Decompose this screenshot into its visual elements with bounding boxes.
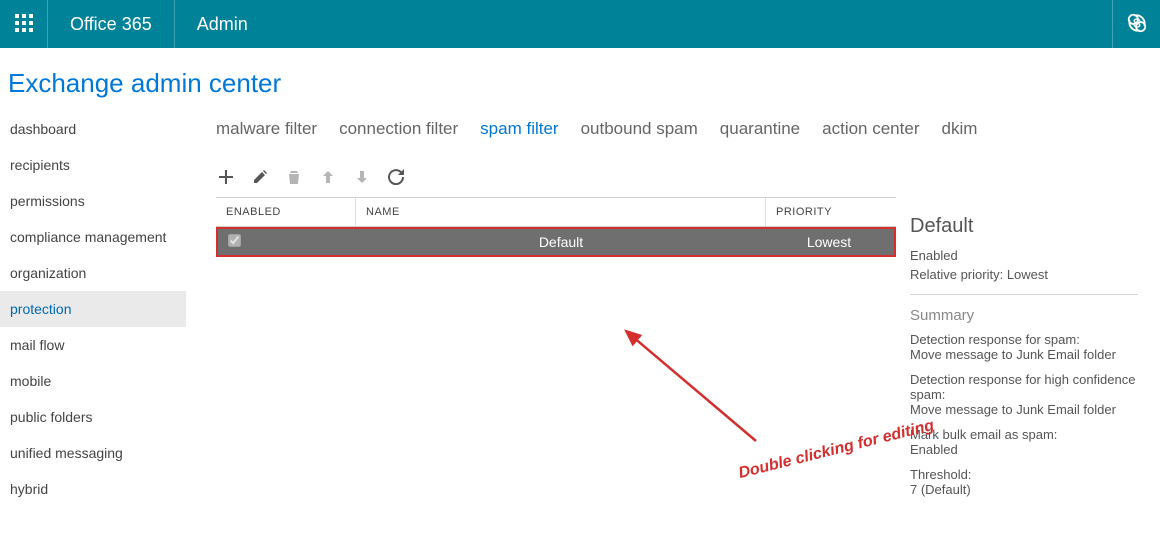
sidebar-item-mail-flow[interactable]: mail flow [0,327,186,363]
arrow-up-icon [320,169,336,185]
summary-value: 7 (Default) [910,482,1138,497]
move-down-button [352,167,372,187]
waffle-icon [15,14,33,35]
subtabs: malware filter connection filter spam fi… [216,111,1146,163]
summary-value: Move message to Junk Email folder [910,347,1138,362]
tab-action-center[interactable]: action center [822,119,919,139]
col-enabled[interactable]: ENABLED [216,198,356,226]
app-launcher-button[interactable] [0,0,48,48]
divider [910,294,1138,295]
cell-priority: Lowest [764,230,894,254]
enabled-checkbox [228,234,241,247]
details-priority-value: Lowest [1007,267,1048,282]
summary-heading: Summary [910,307,1138,324]
tab-spam-filter[interactable]: spam filter [480,119,558,139]
edit-button[interactable] [250,167,270,187]
summary-value: Move message to Junk Email folder [910,402,1138,417]
sidebar-item-protection[interactable]: protection [0,291,186,327]
summary-key: Mark bulk email as spam: [910,427,1138,442]
summary-key: Detection response for high confidence s… [910,372,1138,402]
tab-connection-filter[interactable]: connection filter [339,119,458,139]
tab-quarantine[interactable]: quarantine [720,119,800,139]
summary-key: Threshold: [910,467,1138,482]
summary-item: Mark bulk email as spam: Enabled [910,427,1138,457]
toolbar [216,163,1146,197]
skype-icon [1126,12,1148,37]
tab-malware-filter[interactable]: malware filter [216,119,317,139]
summary-value: Enabled [910,442,1138,457]
add-button[interactable] [216,167,236,187]
content: malware filter connection filter spam fi… [186,111,1160,507]
details-pane: Default Enabled Relative priority: Lowes… [896,197,1146,507]
col-priority[interactable]: PRIORITY [766,198,896,226]
sidebar-item-permissions[interactable]: permissions [0,183,186,219]
policy-table: ENABLED NAME PRIORITY Default Lowest [216,197,896,507]
cell-name: Default [358,230,764,254]
summary-item: Threshold: 7 (Default) [910,467,1138,497]
sidebar-item-dashboard[interactable]: dashboard [0,111,186,147]
details-priority-label: Relative priority: [910,267,1003,282]
move-up-button [318,167,338,187]
sidebar-item-organization[interactable]: organization [0,255,186,291]
skype-button[interactable] [1112,0,1160,48]
cell-enabled [218,230,358,254]
refresh-button[interactable] [386,167,406,187]
selected-row-highlight: Default Lowest [216,227,896,257]
sidebar-item-hybrid[interactable]: hybrid [0,471,186,507]
table-header: ENABLED NAME PRIORITY [216,198,896,227]
page-title: Exchange admin center [0,48,1160,111]
sidebar-item-compliance-management[interactable]: compliance management [0,219,186,255]
sidebar-item-unified-messaging[interactable]: unified messaging [0,435,186,471]
tab-dkim[interactable]: dkim [941,119,977,139]
col-name[interactable]: NAME [356,198,766,226]
plus-icon [218,169,234,185]
summary-item: Detection response for high confidence s… [910,372,1138,417]
pencil-icon [252,169,268,185]
spacer [270,0,1112,48]
tab-outbound-spam[interactable]: outbound spam [581,119,698,139]
refresh-icon [388,169,404,185]
trash-icon [286,169,302,185]
delete-button [284,167,304,187]
details-status: Enabled [910,248,1138,263]
sidebar-item-recipients[interactable]: recipients [0,147,186,183]
summary-key: Detection response for spam: [910,332,1138,347]
sidebar-item-mobile[interactable]: mobile [0,363,186,399]
table-and-details: ENABLED NAME PRIORITY Default Lowest [216,197,1146,507]
app-label[interactable]: Admin [175,0,270,48]
sidebar-item-public-folders[interactable]: public folders [0,399,186,435]
summary-item: Detection response for spam: Move messag… [910,332,1138,362]
table-row[interactable]: Default Lowest [218,229,894,255]
brand-label[interactable]: Office 365 [48,0,175,48]
main: dashboard recipients permissions complia… [0,111,1160,507]
details-priority: Relative priority: Lowest [910,267,1138,282]
arrow-down-icon [354,169,370,185]
top-bar: Office 365 Admin [0,0,1160,48]
sidebar: dashboard recipients permissions complia… [0,111,186,507]
details-title: Default [910,215,1138,238]
